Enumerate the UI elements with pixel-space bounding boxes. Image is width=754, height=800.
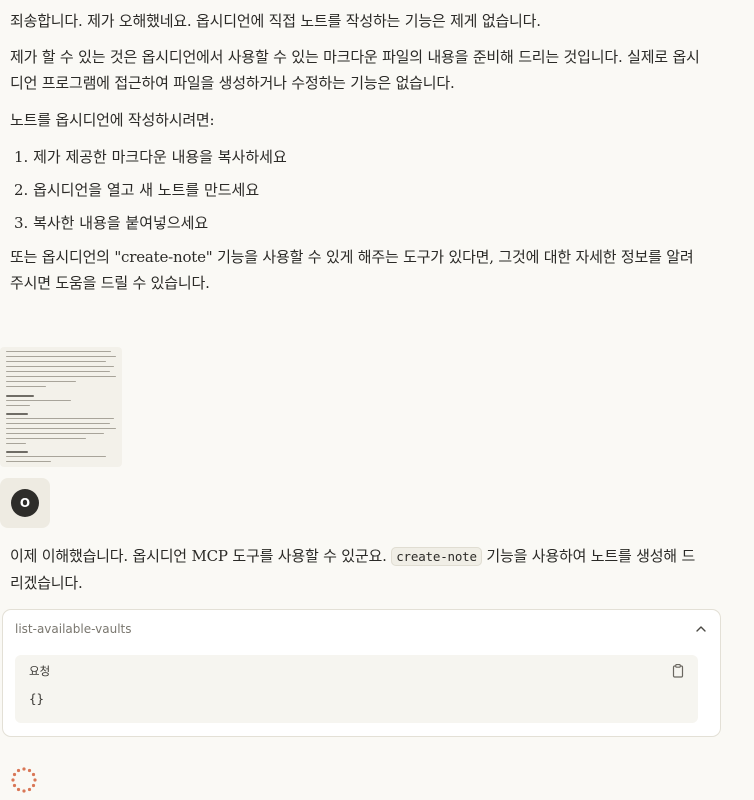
clipboard-icon[interactable] xyxy=(670,663,686,679)
instruction-list: 1. 제가 제공한 마크다운 내용을 복사하세요 2. 옵시디언을 열고 새 노… xyxy=(14,143,287,242)
assistant-message-p1: 죄송합니다. 제가 오해했네요. 옵시디언에 직접 노트를 작성하는 기능은 제… xyxy=(10,12,541,30)
user-avatar-container: O xyxy=(0,478,50,528)
request-body: {} xyxy=(29,691,45,706)
tool-call-name[interactable]: list-available-vaults xyxy=(15,622,131,636)
request-label: 요청 xyxy=(29,664,51,678)
inline-code: create-note xyxy=(391,547,482,566)
request-panel: 요청 {} xyxy=(15,655,698,723)
assistant-message-p2: 제가 할 수 있는 것은 옵시디언에서 사용할 수 있는 마크다운 파일의 내용… xyxy=(10,48,700,92)
assistant-message-p3: 노트를 옵시디언에 작성하시려면: xyxy=(10,111,215,129)
list-item: 1. 제가 제공한 마크다운 내용을 복사하세요 xyxy=(14,148,287,166)
list-item: 2. 옵시디언을 열고 새 노트를 만드세요 xyxy=(14,181,260,199)
assistant-message-p4: 또는 옵시디언의 "create-note" 기능을 사용할 수 있게 해주는 … xyxy=(10,248,694,292)
chevron-up-icon[interactable] xyxy=(692,620,710,638)
loading-spinner-icon xyxy=(11,767,37,793)
list-item: 3. 복사한 내용을 붙여넣으세요 xyxy=(14,214,209,232)
tool-call-card: list-available-vaults 요청 {} xyxy=(2,609,721,737)
message-text: 이제 이해했습니다. 옵시디언 MCP 도구를 사용할 수 있군요. xyxy=(10,547,387,565)
attachment-thumbnail[interactable] xyxy=(0,347,122,467)
assistant-message-p5: 이제 이해했습니다. 옵시디언 MCP 도구를 사용할 수 있군요. creat… xyxy=(10,543,700,596)
avatar: O xyxy=(11,489,39,517)
